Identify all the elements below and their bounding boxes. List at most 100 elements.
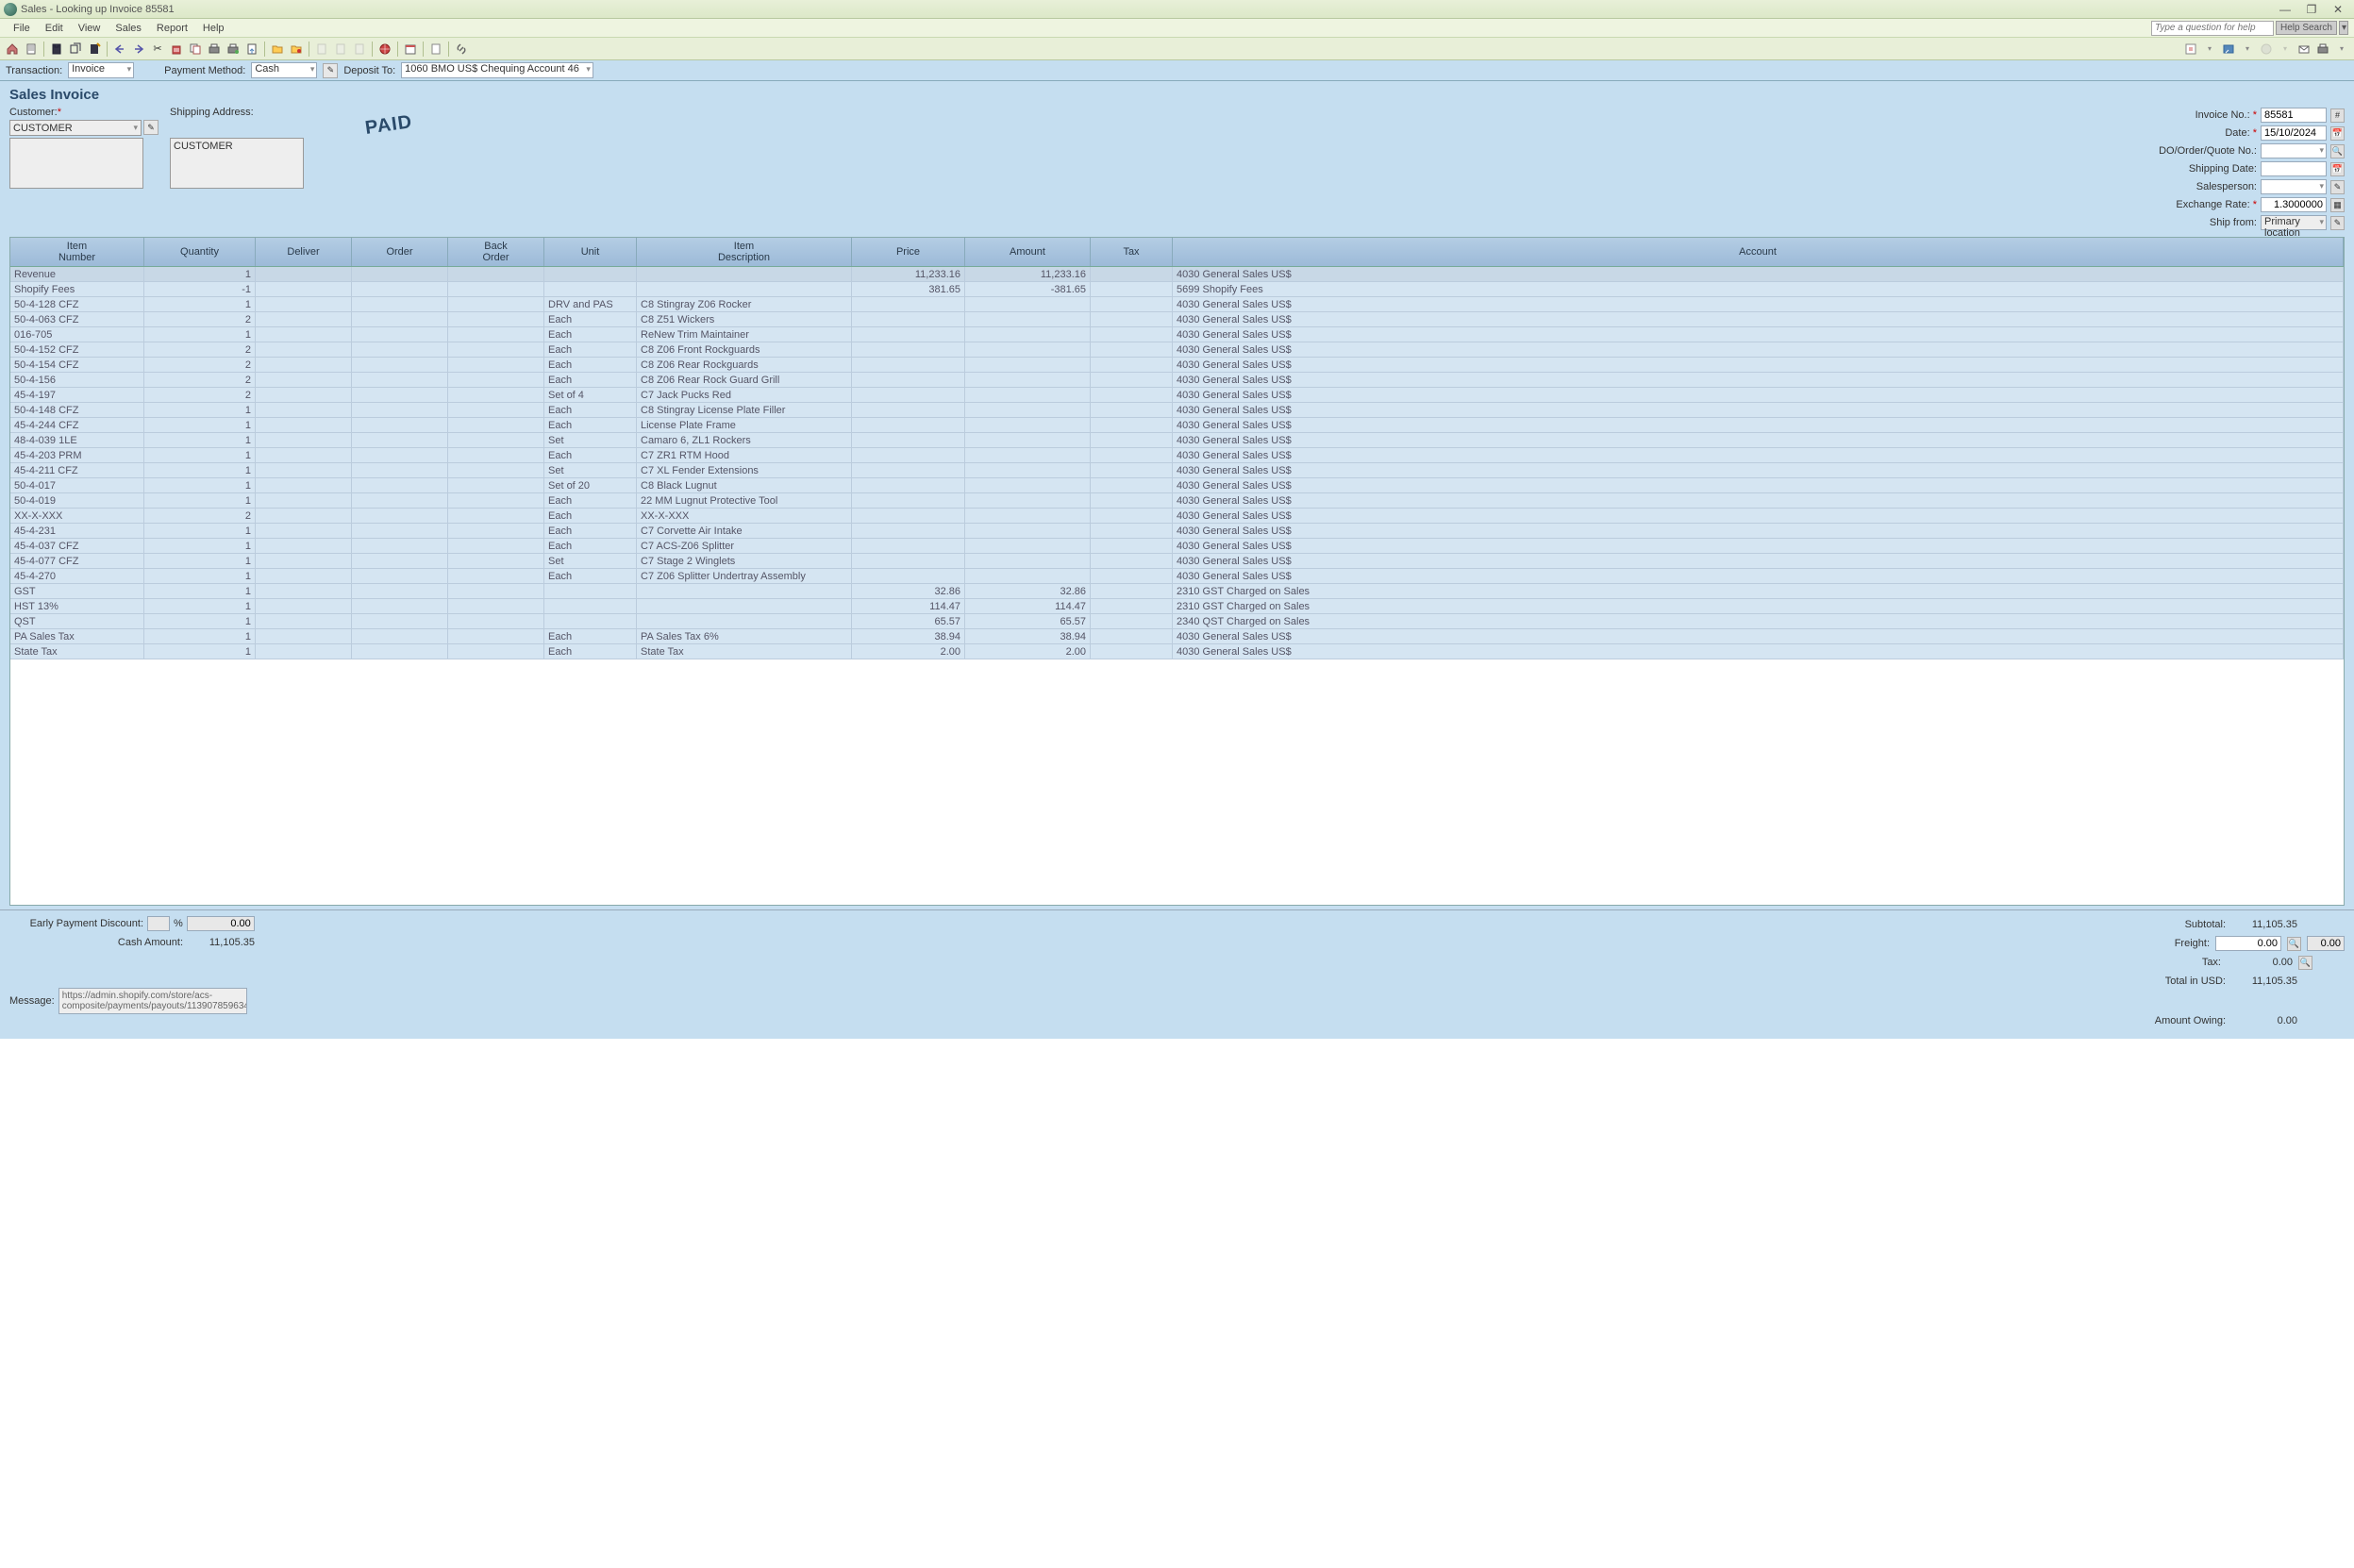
table-row[interactable]: 50-4-154 CFZ2EachC8 Z06 Rear Rockguards4… bbox=[10, 358, 2344, 373]
cell-amount[interactable] bbox=[965, 388, 1091, 402]
cell-deliver[interactable] bbox=[256, 267, 352, 281]
table-row[interactable]: PA Sales Tax1EachPA Sales Tax 6%38.9438.… bbox=[10, 629, 2344, 644]
cell-qty[interactable]: 1 bbox=[144, 418, 256, 432]
table-row[interactable]: 45-4-211 CFZ1SetC7 XL Fender Extensions4… bbox=[10, 463, 2344, 478]
cell-deliver[interactable] bbox=[256, 614, 352, 628]
cell-backorder[interactable] bbox=[448, 509, 544, 523]
cell-order[interactable] bbox=[352, 358, 448, 372]
cell-backorder[interactable] bbox=[448, 267, 544, 281]
cell-item[interactable]: QST bbox=[10, 614, 144, 628]
r-tool3-icon[interactable] bbox=[2258, 41, 2275, 58]
table-row[interactable]: 50-4-1562EachC8 Z06 Rear Rock Guard Gril… bbox=[10, 373, 2344, 388]
cell-deliver[interactable] bbox=[256, 448, 352, 462]
cell-desc[interactable]: C7 Stage 2 Winglets bbox=[637, 554, 852, 568]
cell-desc[interactable]: License Plate Frame bbox=[637, 418, 852, 432]
cell-qty[interactable]: -1 bbox=[144, 282, 256, 296]
cell-deliver[interactable] bbox=[256, 644, 352, 659]
cell-unit[interactable] bbox=[544, 282, 637, 296]
cell-backorder[interactable] bbox=[448, 312, 544, 326]
cell-amount[interactable] bbox=[965, 569, 1091, 583]
cell-qty[interactable]: 1 bbox=[144, 644, 256, 659]
cell-amount[interactable]: 65.57 bbox=[965, 614, 1091, 628]
cut-icon[interactable]: ✂ bbox=[149, 41, 166, 58]
cell-backorder[interactable] bbox=[448, 358, 544, 372]
cell-backorder[interactable] bbox=[448, 644, 544, 659]
cell-item[interactable]: 45-4-203 PRM bbox=[10, 448, 144, 462]
col-order[interactable]: Order bbox=[352, 238, 448, 266]
cell-qty[interactable]: 1 bbox=[144, 599, 256, 613]
r-print-drop[interactable]: ▾ bbox=[2333, 41, 2350, 58]
cell-price[interactable] bbox=[852, 554, 965, 568]
cell-tax[interactable] bbox=[1091, 388, 1173, 402]
cell-deliver[interactable] bbox=[256, 554, 352, 568]
cell-amount[interactable]: 38.94 bbox=[965, 629, 1091, 643]
cell-item[interactable]: 50-4-063 CFZ bbox=[10, 312, 144, 326]
cell-amount[interactable] bbox=[965, 342, 1091, 357]
cell-unit[interactable]: Each bbox=[544, 644, 637, 659]
cell-account[interactable]: 4030 General Sales US$ bbox=[1173, 463, 2344, 477]
cell-item[interactable]: 50-4-019 bbox=[10, 493, 144, 508]
minimize-button[interactable]: — bbox=[2279, 3, 2292, 16]
invoice-no-lookup-icon[interactable]: # bbox=[2330, 108, 2345, 123]
cell-item[interactable]: 50-4-154 CFZ bbox=[10, 358, 144, 372]
cell-order[interactable] bbox=[352, 418, 448, 432]
cell-tax[interactable] bbox=[1091, 403, 1173, 417]
cell-amount[interactable]: 11,233.16 bbox=[965, 267, 1091, 281]
print-preview-icon[interactable] bbox=[206, 41, 223, 58]
cell-order[interactable] bbox=[352, 327, 448, 342]
cell-order[interactable] bbox=[352, 297, 448, 311]
cell-deliver[interactable] bbox=[256, 388, 352, 402]
cell-backorder[interactable] bbox=[448, 539, 544, 553]
cell-account[interactable]: 4030 General Sales US$ bbox=[1173, 554, 2344, 568]
customer-address-box[interactable] bbox=[9, 138, 143, 189]
folder1-icon[interactable] bbox=[269, 41, 286, 58]
cell-qty[interactable]: 1 bbox=[144, 539, 256, 553]
cell-amount[interactable] bbox=[965, 297, 1091, 311]
cell-desc[interactable]: Camaro 6, ZL1 Rockers bbox=[637, 433, 852, 447]
cell-item[interactable]: 45-4-197 bbox=[10, 388, 144, 402]
cell-qty[interactable]: 1 bbox=[144, 554, 256, 568]
cell-deliver[interactable] bbox=[256, 297, 352, 311]
edit3-icon[interactable] bbox=[351, 41, 368, 58]
cell-tax[interactable] bbox=[1091, 418, 1173, 432]
cell-tax[interactable] bbox=[1091, 599, 1173, 613]
cell-qty[interactable]: 1 bbox=[144, 403, 256, 417]
cell-unit[interactable]: Set of 20 bbox=[544, 478, 637, 492]
delete-icon[interactable] bbox=[168, 41, 185, 58]
table-row[interactable]: 45-4-244 CFZ1EachLicense Plate Frame4030… bbox=[10, 418, 2344, 433]
cell-unit[interactable]: Set of 4 bbox=[544, 388, 637, 402]
cell-tax[interactable] bbox=[1091, 282, 1173, 296]
invoice-no-input[interactable] bbox=[2261, 108, 2327, 123]
cell-order[interactable] bbox=[352, 388, 448, 402]
shipping-date-calendar-icon[interactable]: 📅 bbox=[2330, 162, 2345, 176]
cell-tax[interactable] bbox=[1091, 478, 1173, 492]
cell-item[interactable]: 50-4-017 bbox=[10, 478, 144, 492]
cell-qty[interactable]: 2 bbox=[144, 342, 256, 357]
cell-unit[interactable]: Each bbox=[544, 509, 637, 523]
cell-backorder[interactable] bbox=[448, 373, 544, 387]
cell-item[interactable]: 016-705 bbox=[10, 327, 144, 342]
cell-price[interactable]: 38.94 bbox=[852, 629, 965, 643]
table-row[interactable]: Revenue111,233.1611,233.164030 General S… bbox=[10, 267, 2344, 282]
cell-backorder[interactable] bbox=[448, 569, 544, 583]
cell-desc[interactable]: C8 Z06 Rear Rockguards bbox=[637, 358, 852, 372]
cell-amount[interactable] bbox=[965, 327, 1091, 342]
cell-unit[interactable]: Each bbox=[544, 312, 637, 326]
link-icon[interactable] bbox=[453, 41, 470, 58]
cell-account[interactable]: 2310 GST Charged on Sales bbox=[1173, 584, 2344, 598]
help-search-button[interactable]: Help Search bbox=[2276, 21, 2337, 35]
globe-icon[interactable] bbox=[376, 41, 393, 58]
cell-amount[interactable] bbox=[965, 493, 1091, 508]
cell-desc[interactable]: C7 Jack Pucks Red bbox=[637, 388, 852, 402]
cell-price[interactable]: 65.57 bbox=[852, 614, 965, 628]
cell-account[interactable]: 4030 General Sales US$ bbox=[1173, 327, 2344, 342]
table-row[interactable]: 45-4-2701EachC7 Z06 Splitter Undertray A… bbox=[10, 569, 2344, 584]
col-price[interactable]: Price bbox=[852, 238, 965, 266]
cell-deliver[interactable] bbox=[256, 433, 352, 447]
cell-price[interactable] bbox=[852, 509, 965, 523]
col-item[interactable]: Item Number bbox=[10, 238, 144, 266]
cell-tax[interactable] bbox=[1091, 297, 1173, 311]
table-row[interactable]: State Tax1EachState Tax2.002.004030 Gene… bbox=[10, 644, 2344, 659]
early-discount-pct-input[interactable] bbox=[147, 916, 170, 931]
cell-amount[interactable]: 2.00 bbox=[965, 644, 1091, 659]
